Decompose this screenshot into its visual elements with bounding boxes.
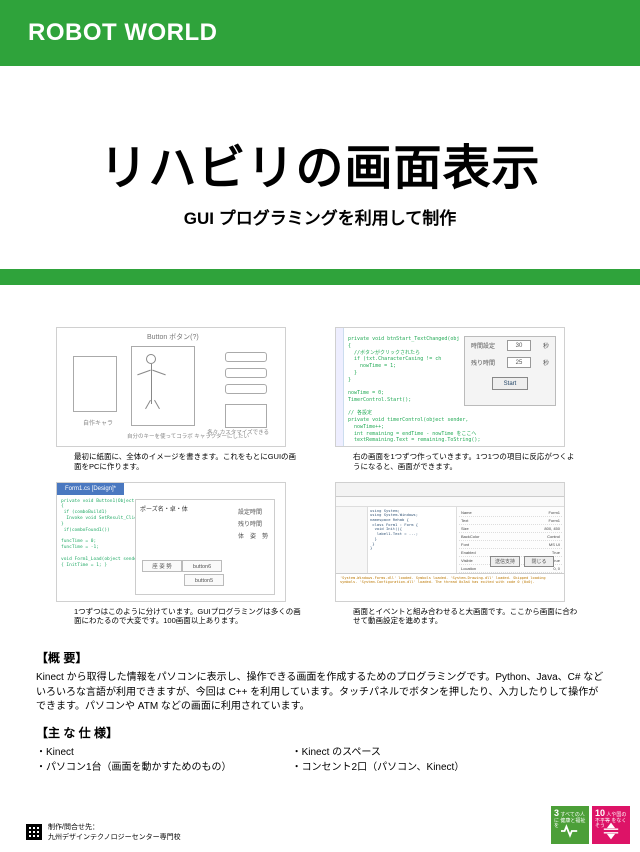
specs-col2: Kinect のスペースコンセント2口（パソコン、Kinect） (292, 746, 465, 775)
form-button: button5 (184, 574, 224, 586)
title-block: リハビリの画面表示 GUI プログラミングを利用して制作 (0, 66, 640, 269)
caption: 1つずつはこのように分けています。GUIプログラミングは多くの画面にわたるので大… (74, 607, 302, 627)
form-label: 体 姿 勢 (238, 531, 268, 540)
sketch-top-label: Button ボタン(?) (147, 332, 199, 342)
sketch-slot (225, 368, 267, 378)
designer-tab: Form1.cs [Design]* (57, 483, 124, 495)
dlg-unit: 秒 (543, 358, 549, 367)
start-button: Start (492, 377, 528, 390)
sketch-slot (225, 384, 267, 394)
sdg-10-badge: 10 人や国の不平等 をなくそう (592, 806, 630, 844)
header-band: ROBOT WORLD (0, 0, 640, 66)
heartbeat-icon (559, 822, 581, 840)
specs-columns: Kinectパソコン1台（画面を動かすためのもの） Kinect のスペースコン… (36, 746, 604, 775)
send-button: 送信支持 (490, 556, 520, 567)
sub-title: GUI プログラミングを利用して制作 (20, 204, 620, 229)
sdg-3-badge: 3 すべての人に 健康と福祉を (551, 806, 589, 844)
dlg-label: 残り時間 (471, 358, 495, 367)
sketch-note: 各々 カスタマイズできる (207, 428, 269, 436)
sketch-slot (225, 352, 267, 362)
sketch-center-panel (131, 346, 195, 426)
specs-heading: 【主 な 仕 様】 (36, 725, 604, 742)
summary-body: Kinect から取得した情報をパソコンに表示し、操作できる画面を作成するための… (36, 671, 604, 715)
footer-line: 九州デザインテクノロジーセンター専門校 (48, 832, 181, 842)
ide-toolbar (336, 497, 564, 507)
form-button: button6 (182, 560, 222, 572)
dlg-field: 30 (507, 340, 531, 351)
screenshot-grid: Button ボタン(?) 自作キャラ 自分のキーを使ってコラボ キャラクターに… (0, 285, 640, 638)
specs-col1: Kinectパソコン1台（画面を動かすためのもの） (36, 746, 232, 775)
spec-item: パソコン1台（画面を動かすためのもの） (36, 761, 232, 776)
code-gutter (336, 328, 344, 446)
ide-explorer (336, 507, 368, 573)
spec-item: Kinect のスペース (292, 746, 465, 761)
ide-output: 'System.Windows.Forms.dll' loaded. Symbo… (336, 573, 564, 601)
form-button: 座 姿 勢 (142, 560, 182, 572)
qr-icon (26, 824, 42, 840)
sketch-image: Button ボタン(?) 自作キャラ 自分のキーを使ってコラボ キャラクターに… (56, 327, 286, 447)
cell-ide: using System; using System.Windows; name… (335, 482, 584, 627)
caption: 右の画面を1つずつ作っていきます。1つ1つの項目に反応がつくようになると、画面が… (353, 452, 581, 472)
brand-title: ROBOT WORLD (28, 19, 217, 47)
code-dialog-image: private void btnStart_TextChanged(obj { … (335, 327, 565, 447)
cell-code-dialog: private void btnStart_TextChanged(obj { … (335, 327, 584, 472)
spec-item: コンセント2口（パソコン、Kinect） (292, 761, 465, 776)
accent-bar (0, 269, 640, 285)
footer: 制作/問合せ先： 九州デザインテクノロジーセンター専門校 (26, 822, 181, 842)
close-button: 閉じる (524, 556, 554, 567)
designer-image: Form1.cs [Design]* private void Button1(… (56, 482, 286, 602)
sdg-number: 10 (595, 808, 605, 818)
lower-text: 【概 要】 Kinect から取得した情報をパソコンに表示し、操作できる画面を作… (0, 638, 640, 775)
dlg-unit: 秒 (543, 341, 549, 350)
equality-icon (600, 822, 622, 840)
caption: 画面とイベントと組み合わせると大画面です。ここから画面に合わせて動画設定を進めま… (353, 607, 581, 627)
code-snippet: private void Button1(Object se { if (com… (61, 499, 129, 569)
sketch-note: 自作キャラ (83, 418, 113, 427)
sketch-left-panel (73, 356, 117, 412)
summary-heading: 【概 要】 (36, 650, 604, 667)
sdg-number: 3 (554, 808, 559, 818)
caption: 最初に紙面に、全体のイメージを書きます。これをもとにGUIの画面をPCに作ります… (74, 452, 302, 472)
form-label: 設定時間 (238, 507, 268, 516)
ide-editor: using System; using System.Windows; name… (368, 507, 454, 573)
ide-titlebar (336, 483, 564, 497)
sdg-badges: 3 すべての人に 健康と福祉を 10 人や国の不平等 をなくそう (551, 806, 630, 844)
sketch-small-box (225, 404, 267, 428)
timer-dialog: 時間設定 30 秒 残り時間 25 秒 Start (464, 336, 556, 406)
dlg-label: 時間設定 (471, 341, 495, 350)
form-mock: ポーズ名・卓・体 設定時間 残り時間 体 姿 勢 座 姿 勢 button6 b… (135, 499, 275, 595)
form-title: ポーズ名・卓・体 (140, 504, 188, 513)
cell-designer: Form1.cs [Design]* private void Button1(… (56, 482, 305, 627)
form-label: 残り時間 (238, 519, 268, 528)
code-snippet: private void btnStart_TextChanged(obj { … (348, 336, 480, 444)
spec-item: Kinect (36, 746, 232, 761)
cell-sketch: Button ボタン(?) 自作キャラ 自分のキーを使ってコラボ キャラクターに… (56, 327, 305, 472)
ide-image: using System; using System.Windows; name… (335, 482, 565, 602)
dlg-field: 25 (507, 357, 531, 368)
footer-line: 制作/問合せ先： (48, 822, 181, 832)
main-title: リハビリの画面表示 (20, 128, 620, 198)
